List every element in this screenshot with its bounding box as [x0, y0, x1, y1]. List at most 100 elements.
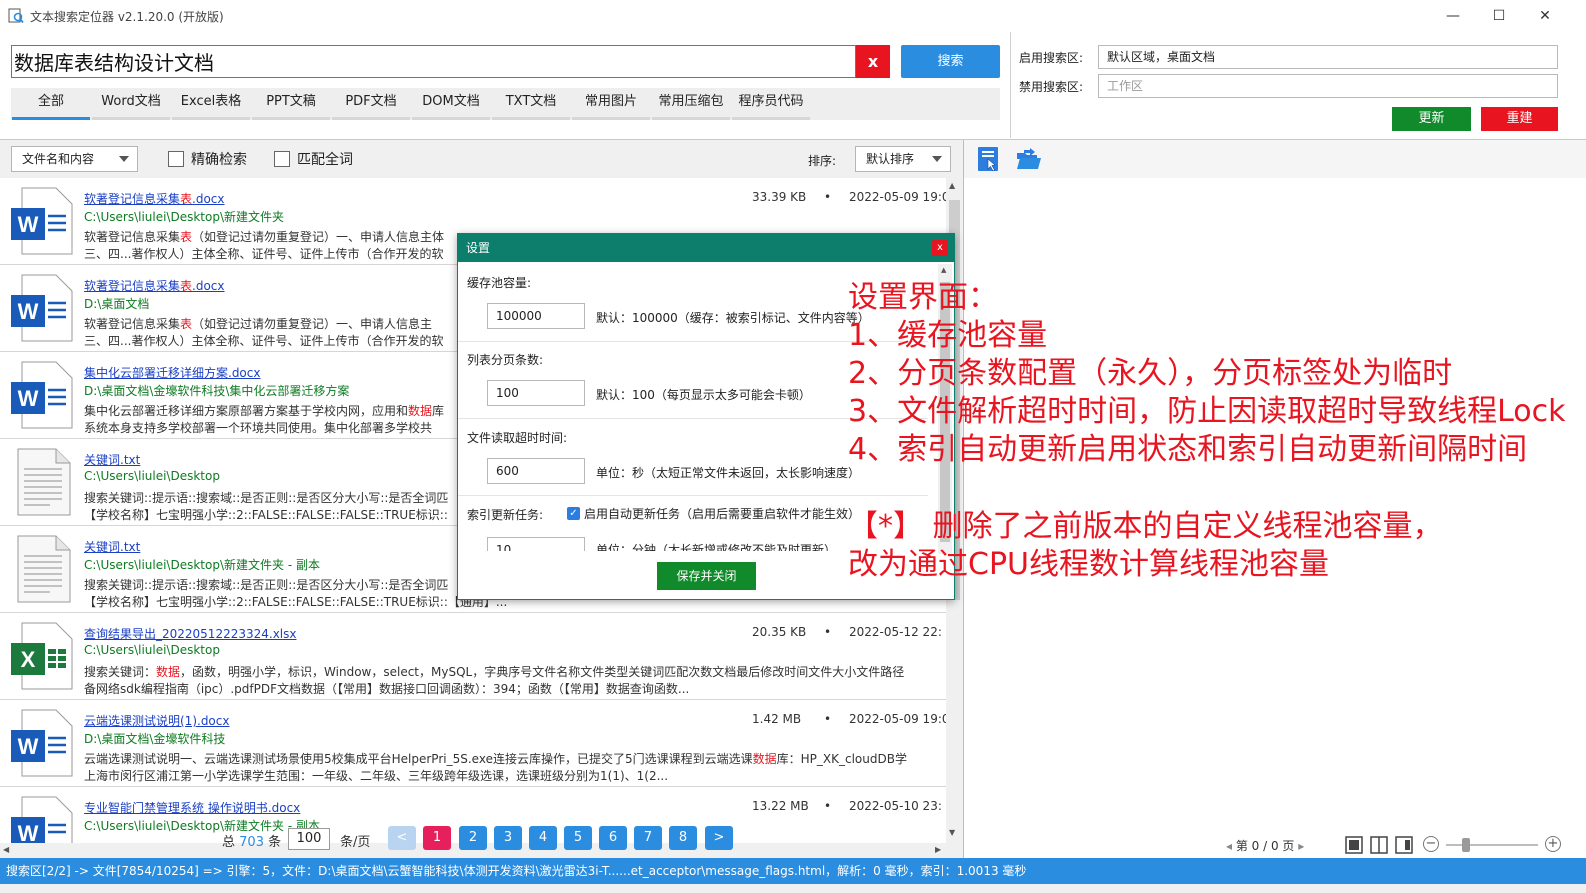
snippet-line: 搜索关键词：数据，函数，明强小学，标识，Window，select，MySQL，…: [84, 665, 905, 679]
tab-images[interactable]: 常用图片: [572, 88, 650, 120]
tab-txt[interactable]: TXT文档: [492, 88, 570, 120]
list-item[interactable]: X 查询结果导出_20220512223324.xlsx C:\Users\li…: [0, 613, 946, 700]
close-window-button[interactable]: ✕: [1522, 0, 1568, 32]
zoom-out-icon[interactable]: −: [1423, 836, 1439, 852]
minimize-button[interactable]: —: [1430, 0, 1476, 32]
separator-dot: •: [824, 625, 832, 639]
single-page-view-icon[interactable]: [1345, 836, 1363, 854]
annotation-line: 【*】 删除了之前版本的自定义线程池容量，: [848, 509, 1443, 544]
tab-pdf[interactable]: PDF文档: [332, 88, 410, 120]
page-button[interactable]: 2: [459, 826, 487, 850]
file-name-link[interactable]: 专业智能门禁管理系统 操作说明书.docx: [84, 799, 300, 816]
scroll-left-arrow-icon[interactable]: ◀: [3, 845, 9, 854]
snippet-line: 云端选课测试说明一、云端选课测试场景使用5校集成平台HelperPri_5S.e…: [84, 752, 907, 766]
sort-value: 默认排序: [866, 152, 915, 166]
list-item[interactable]: W 云端选课测试说明(1).docx D:\桌面文档\金壕软件科技 云端选课测试…: [0, 700, 946, 787]
preview-page-info: ◂ 第 0 / 0 页 ▸: [1226, 839, 1305, 853]
svg-text:W: W: [18, 734, 39, 759]
dialog-close-button[interactable]: x: [932, 240, 948, 256]
scroll-up-arrow-icon[interactable]: ▲: [941, 266, 946, 274]
search-input[interactable]: [12, 46, 855, 77]
file-name-link[interactable]: 集中化云部署迁移详细方案.docx: [84, 364, 260, 381]
window-title: 文本搜索定位器 v2.1.20.0 (开放版): [30, 10, 224, 24]
thumbnail-view-icon[interactable]: [1395, 836, 1413, 854]
file-path: C:\Users\liulei\Desktop: [84, 643, 220, 657]
next-preview-page-icon[interactable]: ▸: [1298, 839, 1304, 853]
file-path: C:\Users\liulei\Desktop\新建文件夹 - 副本: [84, 819, 320, 833]
page-size-input[interactable]: 100: [487, 380, 585, 406]
clear-search-button[interactable]: x: [856, 45, 890, 78]
whole-word-label: 匹配全词: [297, 152, 353, 168]
exact-search-checkbox[interactable]: [168, 151, 184, 167]
auto-update-label: 启用自动更新任务（启用后需要重启软件才能生效）: [584, 507, 861, 521]
annotation-line: 3、文件解析超时时间，防止因读取超时导致线程Lock: [848, 394, 1566, 429]
page-button[interactable]: 1: [423, 826, 451, 850]
rebuild-button[interactable]: 重建: [1481, 107, 1558, 131]
svg-text:W: W: [18, 299, 39, 324]
zoom-slider-track[interactable]: [1446, 844, 1538, 846]
disabled-area-field[interactable]: 工作区: [1098, 74, 1558, 98]
file-name-link[interactable]: 软著登记信息采集表.docx: [84, 277, 225, 294]
next-page-button[interactable]: >: [705, 826, 733, 850]
per-page-suffix: 条/页: [340, 835, 371, 850]
file-name-link[interactable]: 关键词.txt: [84, 451, 140, 468]
file-name-link[interactable]: 云端选课测试说明(1).docx: [84, 712, 229, 729]
tab-word[interactable]: Word文档: [92, 88, 170, 120]
svg-text:W: W: [18, 212, 39, 237]
bookmark-cursor-icon[interactable]: [977, 146, 1001, 172]
page-button[interactable]: 8: [669, 826, 697, 850]
disabled-area-label: 禁用搜索区:: [1019, 80, 1084, 94]
auto-update-checkbox[interactable]: ✓: [567, 507, 580, 520]
zoom-slider-handle[interactable]: [1462, 838, 1470, 852]
tab-archives[interactable]: 常用压缩包: [652, 88, 730, 120]
scroll-right-arrow-icon[interactable]: ▶: [935, 845, 941, 854]
window-bottom-edge: [0, 884, 1586, 893]
exact-search-label: 精确检索: [191, 152, 247, 168]
cache-size-input[interactable]: 100000: [487, 303, 585, 329]
search-button[interactable]: 搜索: [901, 45, 1000, 78]
tab-dom[interactable]: DOM文档: [412, 88, 490, 120]
interval-hint: 单位：分钟（太长新增或修改不能及时更新）: [596, 543, 837, 551]
update-button[interactable]: 更新: [1392, 107, 1471, 131]
scroll-down-arrow-icon[interactable]: ▼: [949, 828, 955, 837]
page-button[interactable]: 3: [494, 826, 522, 850]
tab-excel[interactable]: Excel表格: [172, 88, 250, 120]
save-and-close-button[interactable]: 保存并关闭: [657, 562, 756, 590]
timeout-input[interactable]: 600: [487, 458, 585, 484]
enabled-area-field[interactable]: 默认区域，桌面文档: [1098, 45, 1558, 69]
interval-input[interactable]: 10: [487, 537, 585, 551]
file-name-link[interactable]: 查询结果导出_20220512223324.xlsx: [84, 625, 297, 642]
enabled-area-label: 启用搜索区:: [1019, 51, 1084, 65]
maximize-button[interactable]: ☐: [1476, 0, 1522, 32]
page-button[interactable]: 5: [564, 826, 592, 850]
tab-ppt[interactable]: PPT文稿: [252, 88, 330, 120]
title-bar: [0, 0, 1586, 32]
open-folder-icon[interactable]: [1016, 147, 1042, 171]
file-name-link[interactable]: 关键词.txt: [84, 538, 140, 555]
app-search-icon: [8, 8, 24, 24]
zoom-in-icon[interactable]: +: [1545, 836, 1561, 852]
prev-page-button[interactable]: <: [388, 826, 416, 850]
annotation-line: 4、索引自动更新启用状态和索引自动更新间隔时间: [848, 432, 1528, 467]
file-size: 1.42 MB: [752, 712, 802, 726]
per-page-input[interactable]: 100: [288, 828, 330, 850]
scope-dropdown[interactable]: 文件名和内容: [11, 146, 138, 172]
file-path: C:\Users\liulei\Desktop\新建文件夹: [84, 210, 285, 224]
whole-word-checkbox[interactable]: [274, 151, 290, 167]
page-button[interactable]: 7: [634, 826, 662, 850]
sort-dropdown[interactable]: 默认排序: [855, 146, 951, 172]
tab-all[interactable]: 全部: [12, 88, 90, 120]
page-button[interactable]: 6: [599, 826, 627, 850]
page-button[interactable]: 4: [529, 826, 557, 850]
scroll-up-arrow-icon[interactable]: ▲: [949, 181, 955, 190]
panel-divider[interactable]: [963, 140, 964, 858]
chevron-down-icon: [932, 156, 942, 162]
svg-text:W: W: [18, 386, 39, 411]
file-path: D:\桌面文档\金壕软件科技: [84, 732, 226, 746]
tab-code[interactable]: 程序员代码: [732, 88, 810, 120]
file-date: 2022-05-12 22:: [849, 625, 942, 639]
header-divider: [1010, 32, 1011, 138]
prev-preview-page-icon[interactable]: ◂: [1226, 839, 1232, 853]
two-page-view-icon[interactable]: [1370, 836, 1388, 854]
file-name-link[interactable]: 软著登记信息采集表.docx: [84, 190, 225, 207]
